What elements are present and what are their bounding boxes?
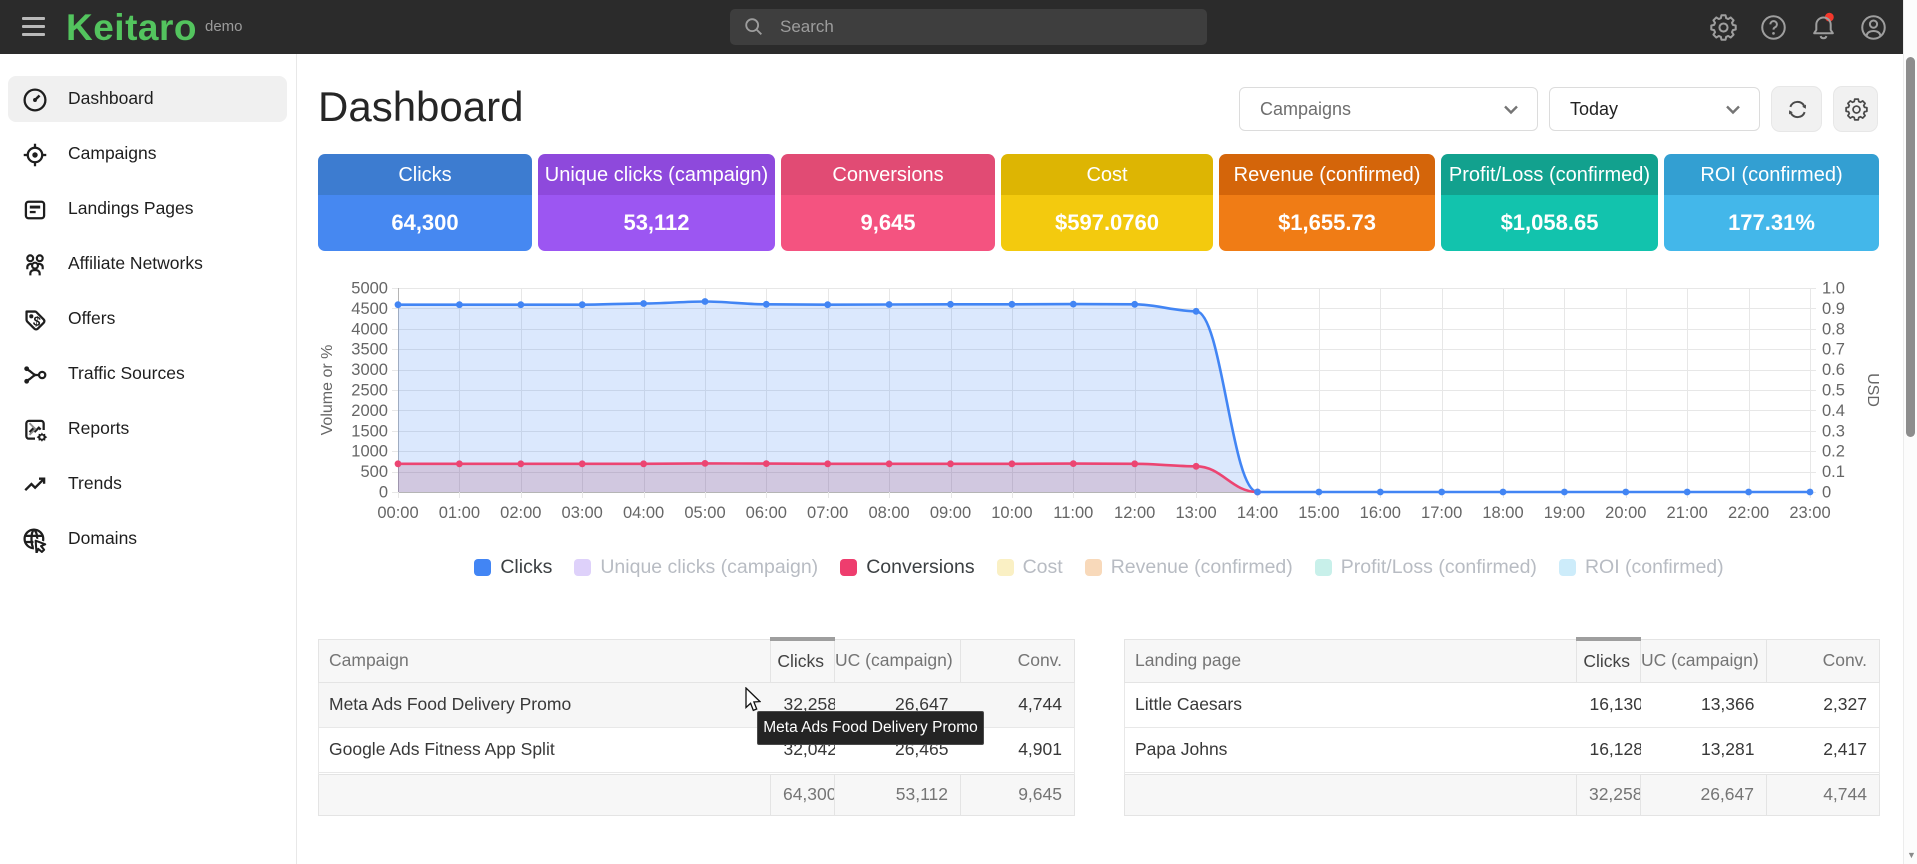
svg-text:0.9: 0.9 bbox=[1822, 300, 1845, 318]
svg-text:09:00: 09:00 bbox=[930, 504, 971, 522]
svg-text:11:00: 11:00 bbox=[1053, 504, 1093, 522]
svg-text:08:00: 08:00 bbox=[868, 504, 909, 522]
svg-text:4500: 4500 bbox=[351, 300, 388, 318]
svg-text:0.3: 0.3 bbox=[1822, 422, 1845, 440]
svg-text:23:00: 23:00 bbox=[1789, 504, 1830, 522]
svg-text:0.2: 0.2 bbox=[1822, 443, 1845, 461]
svg-text:14:00: 14:00 bbox=[1237, 504, 1278, 522]
svg-text:1.0: 1.0 bbox=[1822, 280, 1845, 298]
svg-text:1500: 1500 bbox=[351, 422, 388, 440]
svg-text:0.6: 0.6 bbox=[1822, 361, 1845, 379]
svg-text:3000: 3000 bbox=[351, 361, 388, 379]
svg-text:07:00: 07:00 bbox=[807, 504, 848, 522]
svg-text:0: 0 bbox=[1822, 484, 1831, 502]
svg-text:1000: 1000 bbox=[351, 443, 388, 461]
svg-text:20:00: 20:00 bbox=[1605, 504, 1646, 522]
svg-text:0.4: 0.4 bbox=[1822, 402, 1845, 420]
svg-text:USD: USD bbox=[1864, 373, 1881, 407]
svg-text:4000: 4000 bbox=[351, 320, 388, 338]
svg-text:00:00: 00:00 bbox=[377, 504, 418, 522]
svg-text:Volume or %: Volume or % bbox=[319, 345, 336, 436]
svg-text:5000: 5000 bbox=[351, 280, 388, 298]
svg-text:2500: 2500 bbox=[351, 382, 388, 400]
svg-text:13:00: 13:00 bbox=[1175, 504, 1216, 522]
svg-text:3500: 3500 bbox=[351, 341, 388, 359]
svg-text:18:00: 18:00 bbox=[1482, 504, 1523, 522]
svg-text:16:00: 16:00 bbox=[1360, 504, 1401, 522]
svg-text:02:00: 02:00 bbox=[500, 504, 541, 522]
svg-text:15:00: 15:00 bbox=[1298, 504, 1339, 522]
svg-text:0.7: 0.7 bbox=[1822, 341, 1845, 359]
svg-text:06:00: 06:00 bbox=[746, 504, 787, 522]
svg-text:03:00: 03:00 bbox=[562, 504, 603, 522]
svg-text:2000: 2000 bbox=[351, 402, 388, 420]
svg-text:0.1: 0.1 bbox=[1822, 463, 1845, 481]
svg-text:10:00: 10:00 bbox=[991, 504, 1032, 522]
svg-text:21:00: 21:00 bbox=[1667, 504, 1708, 522]
svg-text:01:00: 01:00 bbox=[439, 504, 480, 522]
svg-text:0: 0 bbox=[379, 484, 388, 502]
svg-text:500: 500 bbox=[360, 463, 388, 481]
svg-text:0.8: 0.8 bbox=[1822, 320, 1845, 338]
svg-text:0.5: 0.5 bbox=[1822, 382, 1845, 400]
svg-text:22:00: 22:00 bbox=[1728, 504, 1769, 522]
svg-text:12:00: 12:00 bbox=[1114, 504, 1155, 522]
svg-text:17:00: 17:00 bbox=[1421, 504, 1462, 522]
svg-text:05:00: 05:00 bbox=[684, 504, 725, 522]
svg-text:19:00: 19:00 bbox=[1544, 504, 1585, 522]
svg-text:04:00: 04:00 bbox=[623, 504, 664, 522]
